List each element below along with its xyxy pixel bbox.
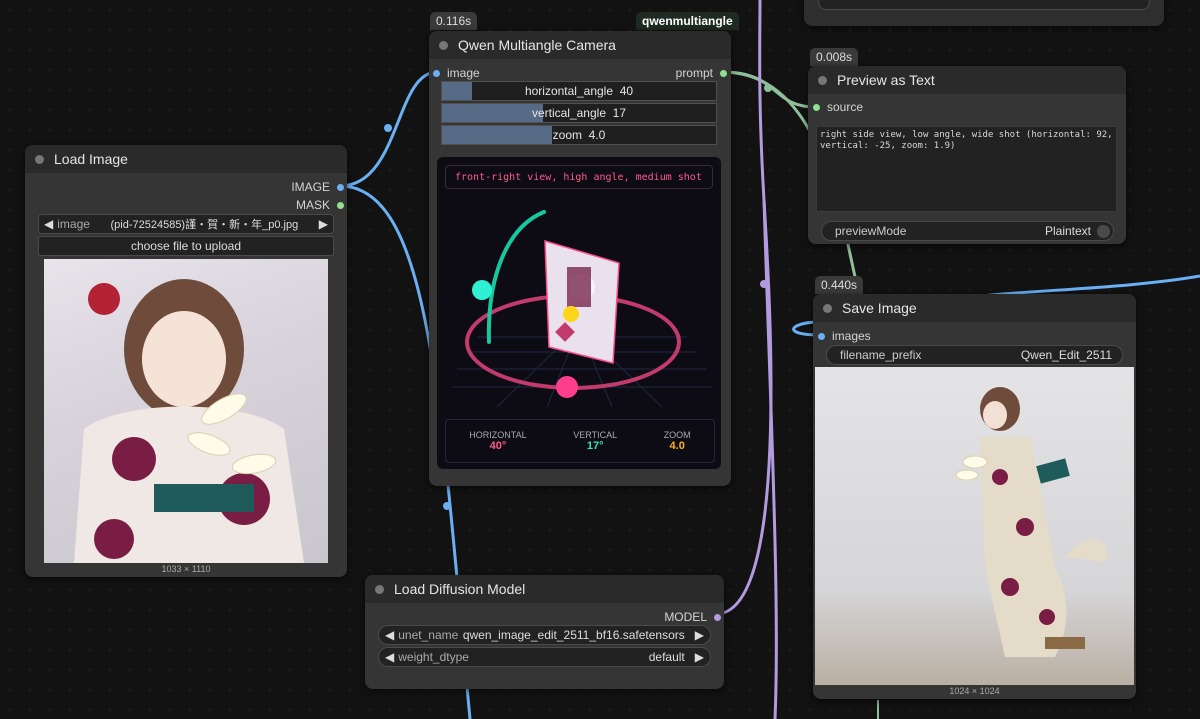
load-image-node[interactable]: Load Image IMAGE MASK ◀ image (pid-72524… bbox=[25, 145, 347, 577]
preview-input-source[interactable]: source bbox=[813, 100, 863, 114]
character-thumbnail bbox=[567, 267, 591, 307]
image-wire-to-camera bbox=[339, 70, 438, 188]
preview-mode-toggle[interactable]: previewMode Plaintext bbox=[821, 221, 1114, 241]
partial-node-top bbox=[804, 0, 1164, 26]
save-timing-badge: 0.440s bbox=[815, 276, 864, 294]
saved-image-dimensions: 1024 × 1024 bbox=[949, 686, 1000, 696]
loaded-image-preview bbox=[44, 259, 328, 563]
camera-stats-panel: HORIZONTAL 40° VERTICAL 17° ZOOM 4.0 bbox=[445, 419, 715, 463]
output-socket-icon[interactable] bbox=[720, 69, 727, 77]
stat-horizontal: HORIZONTAL 40° bbox=[469, 430, 527, 452]
slider-fill bbox=[442, 126, 552, 144]
save-image-node[interactable]: Save Image images filename_prefix Qwen_E… bbox=[813, 294, 1136, 699]
camera-node[interactable]: Qwen Multiangle Camera image prompt hori… bbox=[429, 31, 731, 486]
prompt-wire-to-preview bbox=[721, 70, 817, 109]
output-socket-icon[interactable] bbox=[337, 201, 344, 209]
input-socket-icon[interactable] bbox=[813, 103, 820, 111]
unet-name-combo[interactable]: ◀ unet_name qwen_image_edit_2511_bf16.sa… bbox=[378, 625, 711, 645]
status-dot-icon bbox=[439, 40, 448, 50]
output-socket-icon[interactable] bbox=[337, 183, 344, 191]
save-image-header[interactable]: Save Image bbox=[813, 294, 1136, 322]
load-image-title: Load Image bbox=[54, 151, 128, 167]
status-dot-icon bbox=[35, 154, 44, 164]
group-badge: qwenmultiangle bbox=[636, 12, 739, 30]
stat-vertical: VERTICAL 17° bbox=[573, 430, 618, 452]
status-dot-icon bbox=[818, 75, 827, 85]
save-image-title: Save Image bbox=[842, 300, 917, 316]
combo-left-arrow-icon[interactable]: ◀ bbox=[44, 217, 53, 231]
load-image-header[interactable]: Load Image bbox=[25, 145, 347, 173]
camera-node-title: Qwen Multiangle Camera bbox=[458, 37, 616, 53]
anime-girl-kimono-image bbox=[74, 279, 304, 563]
save-input-images[interactable]: images bbox=[818, 329, 871, 343]
output-image[interactable]: IMAGE bbox=[291, 180, 344, 194]
output-model[interactable]: MODEL bbox=[664, 610, 721, 624]
preview-text-node[interactable]: Preview as Text source right side view, … bbox=[808, 66, 1126, 244]
vertical-arc bbox=[486, 210, 546, 344]
load-diffusion-node[interactable]: Load Diffusion Model MODEL ◀ unet_name q… bbox=[365, 575, 724, 689]
saved-image-preview bbox=[815, 367, 1134, 685]
combo-right-arrow-icon[interactable]: ▶ bbox=[695, 628, 704, 642]
image-dimensions: 1033 × 1110 bbox=[161, 564, 211, 574]
edited-image-side-view bbox=[955, 387, 1108, 657]
combo-right-arrow-icon[interactable]: ▶ bbox=[319, 217, 328, 231]
vertical-handle[interactable] bbox=[472, 280, 492, 300]
horizontal-angle-slider[interactable]: horizontal_angle 40 bbox=[441, 81, 717, 101]
toggle-knob-icon[interactable] bbox=[1097, 224, 1110, 238]
image-combo[interactable]: ◀ image (pid-72524585)謹・賀・新・年_p0.jpg ▶ bbox=[38, 214, 334, 234]
camera-target-icon bbox=[563, 306, 579, 322]
combo-left-arrow-icon[interactable]: ◀ bbox=[385, 628, 394, 642]
camera-output-prompt[interactable]: prompt bbox=[676, 66, 727, 80]
output-mask[interactable]: MASK bbox=[296, 198, 344, 212]
vertical-angle-slider[interactable]: vertical_angle 17 bbox=[441, 103, 717, 123]
slider-fill bbox=[442, 82, 473, 100]
camera-input-image[interactable]: image bbox=[433, 66, 480, 80]
preview-timing-badge: 0.008s bbox=[810, 48, 859, 66]
status-dot-icon bbox=[375, 584, 384, 594]
zoom-slider[interactable]: zoom 4.0 bbox=[441, 125, 717, 145]
output-socket-icon[interactable] bbox=[714, 613, 721, 621]
load-diffusion-header[interactable]: Load Diffusion Model bbox=[365, 575, 724, 603]
slider-fill bbox=[442, 104, 544, 122]
stat-zoom: ZOOM 4.0 bbox=[663, 430, 691, 452]
combo-right-arrow-icon[interactable]: ▶ bbox=[695, 650, 704, 664]
preview-text-header[interactable]: Preview as Text bbox=[808, 66, 1126, 94]
input-socket-icon[interactable] bbox=[818, 332, 825, 340]
camera-timing-badge: 0.116s bbox=[430, 12, 478, 30]
load-diffusion-title: Load Diffusion Model bbox=[394, 581, 526, 597]
choose-file-button[interactable]: choose file to upload bbox=[38, 236, 334, 256]
camera-node-header[interactable]: Qwen Multiangle Camera bbox=[429, 31, 731, 59]
camera-3d-preview[interactable]: front-right view, high angle, medium sho… bbox=[437, 157, 721, 469]
status-dot-icon bbox=[823, 303, 832, 313]
combo-left-arrow-icon[interactable]: ◀ bbox=[385, 650, 394, 664]
horizontal-handle[interactable] bbox=[556, 376, 578, 398]
filename-prefix-field[interactable]: filename_prefix Qwen_Edit_2511 bbox=[826, 345, 1123, 365]
preview-textarea[interactable]: right side view, low angle, wide shot (h… bbox=[816, 126, 1117, 212]
preview-text-title: Preview as Text bbox=[837, 72, 935, 88]
input-socket-icon[interactable] bbox=[433, 69, 440, 77]
weight-dtype-combo[interactable]: ◀ weight_dtype default ▶ bbox=[378, 647, 711, 667]
